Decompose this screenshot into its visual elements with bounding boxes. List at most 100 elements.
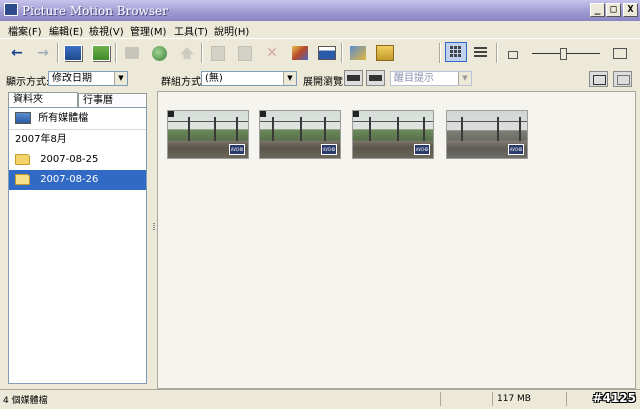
toolbar-separator [201, 43, 203, 63]
group-by-value: (無) [205, 73, 223, 84]
detail-view-icon [473, 47, 487, 59]
zoom-large-icon [613, 48, 627, 59]
move-button[interactable] [374, 43, 396, 63]
maximize-button[interactable]: □ [606, 3, 621, 17]
media-thumbnail[interactable]: AVCHD [167, 110, 249, 159]
watermark: #4125 [592, 391, 636, 405]
menu-tools[interactable]: 工具(T) [174, 23, 208, 38]
display-mode-value: 修改日期 [52, 73, 92, 84]
tab-calendar[interactable]: 行事曆 [78, 93, 147, 107]
thumbnail-detail [447, 121, 527, 122]
title-bar[interactable]: Picture Motion Browser _ □ X [0, 0, 640, 22]
thumbnail-detail [461, 117, 463, 141]
monitor-icon [593, 75, 606, 85]
menu-manage[interactable]: 管理(M) [130, 23, 166, 38]
expand-next-button[interactable] [366, 70, 385, 86]
copy-icon [211, 45, 225, 61]
status-bar: 4 個媒體檔 117 MB [0, 389, 640, 409]
thumbnail-detail [188, 117, 190, 141]
edit-icon [292, 46, 308, 60]
thumbnail-detail [353, 121, 433, 122]
highlight-select[interactable]: 醒目提示 ▼ [390, 71, 472, 86]
forward-button[interactable]: → [32, 43, 54, 63]
zoom-small-icon [508, 51, 518, 59]
expand-prev-button[interactable] [344, 70, 363, 86]
menu-edit[interactable]: 編輯(E) [49, 23, 83, 38]
display-mode-select[interactable]: 修改日期 ▼ [48, 71, 128, 86]
folder-label: 2007-08-26 [40, 174, 99, 185]
expand-browse-label: 展開瀏覽: [303, 77, 347, 88]
import-button[interactable] [62, 43, 84, 63]
menu-help[interactable]: 說明(H) [214, 23, 249, 38]
folder-item[interactable]: 2007-08-25 [9, 150, 146, 170]
open-folder-icon [15, 173, 30, 185]
chevron-down-icon[interactable]: ▼ [283, 72, 296, 85]
chevron-down-icon[interactable]: ▼ [458, 72, 471, 85]
thumbnail-detail [423, 117, 425, 141]
chevron-down-icon[interactable]: ▼ [114, 72, 127, 85]
back-button[interactable]: ← [6, 43, 28, 63]
edit-button[interactable] [289, 43, 311, 63]
copy-button[interactable] [207, 43, 229, 63]
move-icon [376, 45, 394, 61]
export-button[interactable] [90, 43, 112, 63]
group-by-select[interactable]: (無) ▼ [201, 71, 297, 86]
window-title: Picture Motion Browser [22, 4, 168, 18]
media-thumbnail[interactable]: AVCHD [446, 110, 528, 159]
tab-folders[interactable]: 資料夾 [8, 92, 78, 107]
thumbnail-detail [214, 117, 216, 141]
upload-button[interactable] [176, 43, 198, 63]
video-corner-icon [260, 111, 266, 117]
close-button[interactable]: X [623, 3, 638, 17]
thumbnail-detail [369, 117, 371, 141]
toolbar-separator [496, 43, 498, 63]
group-header: 2007年8月 [15, 134, 67, 145]
thumbnail-view-icon [450, 46, 462, 58]
toolbar-separator [341, 43, 343, 63]
paste-button[interactable] [234, 43, 256, 63]
thumbnail-detail [236, 117, 238, 141]
thumbnail-detail [519, 117, 521, 141]
detail-view-button[interactable] [469, 43, 491, 63]
window-mode-button[interactable] [613, 71, 632, 87]
folder-icon [15, 153, 30, 165]
toolbar-separator [115, 43, 117, 63]
highlight-value: 醒目提示 [394, 73, 434, 84]
avchd-badge: AVCHD [414, 144, 430, 155]
group-bar: 群組方式: (無) ▼ 展開瀏覽: 醒目提示 ▼ [157, 67, 640, 91]
splitter-grip[interactable] [153, 223, 155, 231]
fullscreen-button[interactable] [589, 71, 608, 87]
minimize-button[interactable]: _ [590, 3, 605, 17]
magic-button[interactable] [347, 43, 369, 63]
media-thumbnail[interactable]: AVCHD [352, 110, 434, 159]
thumbnail-area: AVCHD AVCHD AVCHD AVCHD [157, 91, 636, 389]
folder-item-selected[interactable]: 2007-08-26 [9, 170, 146, 190]
display-mode-label: 顯示方式: [6, 77, 50, 88]
print-icon [125, 47, 139, 59]
thumbnail-detail [272, 117, 274, 141]
thumbnail-detail [497, 117, 499, 141]
menu-file[interactable]: 檔案(F) [8, 23, 42, 38]
thumbnail-detail [324, 117, 326, 141]
menu-view[interactable]: 檢視(V) [89, 23, 124, 38]
toolbar-separator [57, 43, 59, 63]
avchd-badge: AVCHD [229, 144, 245, 155]
group-by-label: 群組方式: [161, 77, 205, 88]
print-button[interactable] [121, 43, 143, 63]
media-thumbnail[interactable]: AVCHD [259, 110, 341, 159]
toolbar-separator [439, 43, 441, 63]
video-corner-icon [168, 111, 174, 117]
delete-button[interactable]: ✕ [261, 43, 283, 63]
slideshow-button[interactable] [316, 43, 338, 63]
all-media-item[interactable]: 所有媒體檔 [9, 109, 146, 130]
film-icon [347, 75, 360, 81]
film-icon [369, 75, 382, 81]
app-icon[interactable] [4, 3, 18, 16]
globe-button[interactable] [148, 43, 170, 63]
status-count: 4 個媒體檔 [3, 396, 48, 406]
upload-icon [180, 47, 194, 59]
import-icon [64, 45, 82, 61]
zoom-slider-thumb[interactable] [560, 48, 567, 60]
window-icon [617, 75, 630, 85]
thumbnail-view-button[interactable] [445, 42, 467, 62]
